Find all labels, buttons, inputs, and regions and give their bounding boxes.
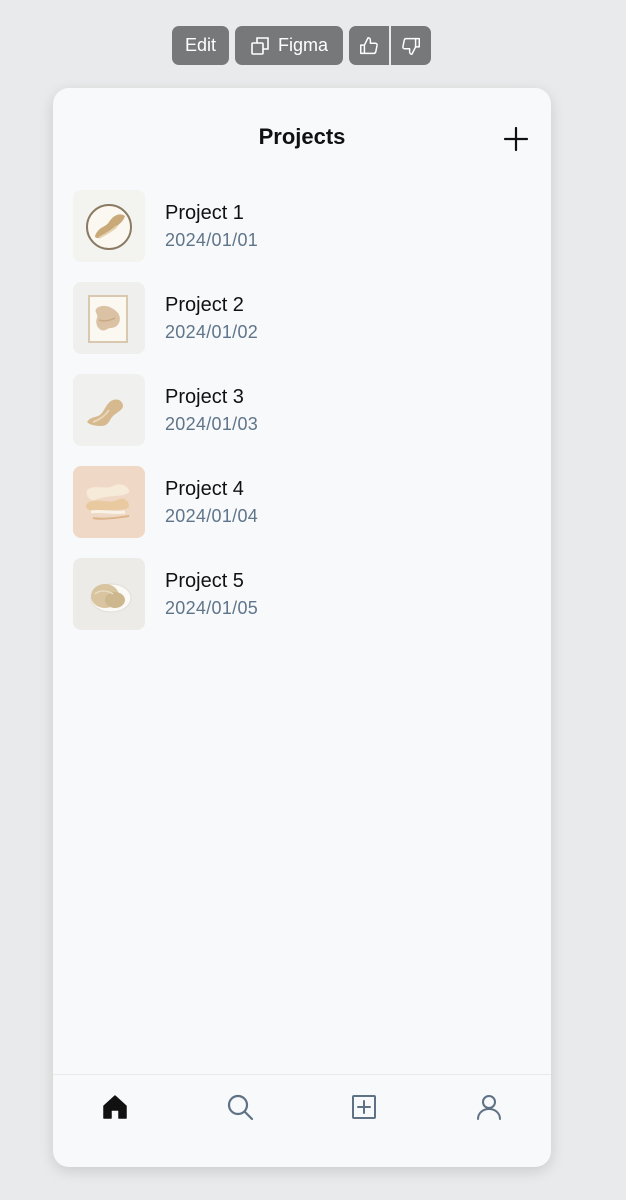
- user-icon: [475, 1093, 503, 1167]
- plus-square-icon: [350, 1093, 378, 1167]
- top-toolbar: Edit Figma: [172, 26, 431, 65]
- thumbs-down-button[interactable]: [391, 26, 431, 65]
- project-name: Project 1: [165, 201, 244, 224]
- project-name: Project 2: [165, 293, 244, 316]
- tab-home[interactable]: [53, 1075, 178, 1167]
- figma-button[interactable]: Figma: [235, 26, 343, 65]
- tab-profile[interactable]: [427, 1075, 552, 1167]
- project-list: Project 1 2024/01/01 Project 2 2024/01/0…: [73, 190, 531, 650]
- list-item[interactable]: Project 4 2024/01/04: [73, 466, 531, 538]
- project-thumbnail: [73, 190, 145, 262]
- phone-screen: Projects Project 1 2024/01/01 Project 2 …: [53, 88, 551, 1167]
- edit-button-label: Edit: [184, 35, 217, 55]
- list-item[interactable]: Project 1 2024/01/01: [73, 190, 531, 262]
- list-item[interactable]: Project 3 2024/01/03: [73, 374, 531, 446]
- project-date: 2024/01/02: [165, 321, 259, 342]
- project-date: 2024/01/05: [165, 597, 259, 618]
- project-name: Project 3: [165, 385, 244, 408]
- plus-icon: [503, 126, 529, 156]
- project-name: Project 5: [165, 569, 244, 592]
- thumbs-up-button[interactable]: [349, 26, 389, 65]
- project-name: Project 4: [165, 477, 244, 500]
- project-meta: Project 2 2024/01/02: [165, 293, 258, 344]
- home-icon: [101, 1093, 129, 1167]
- app-header: Projects: [53, 88, 551, 188]
- project-date: 2024/01/01: [165, 229, 259, 250]
- rating-group: [349, 26, 431, 65]
- bottom-tab-bar: [53, 1074, 551, 1167]
- copy-icon: [250, 36, 270, 56]
- project-date: 2024/01/03: [165, 413, 259, 434]
- project-thumbnail: [73, 374, 145, 446]
- thumbs-up-icon: [358, 35, 380, 57]
- project-meta: Project 3 2024/01/03: [165, 385, 258, 436]
- page-title: Projects: [258, 124, 346, 149]
- project-thumbnail: [73, 558, 145, 630]
- figma-button-label: Figma: [277, 35, 328, 55]
- project-thumbnail: [73, 282, 145, 354]
- tab-search[interactable]: [178, 1075, 303, 1167]
- list-item[interactable]: Project 2 2024/01/02: [73, 282, 531, 354]
- tab-create[interactable]: [302, 1075, 427, 1167]
- project-meta: Project 1 2024/01/01: [165, 201, 258, 252]
- add-project-button[interactable]: [503, 126, 529, 152]
- list-item[interactable]: Project 5 2024/01/05: [73, 558, 531, 630]
- project-date: 2024/01/04: [165, 505, 259, 526]
- thumbs-down-icon: [400, 35, 422, 57]
- project-meta: Project 4 2024/01/04: [165, 477, 258, 528]
- edit-button[interactable]: Edit: [172, 26, 229, 65]
- search-icon: [226, 1093, 254, 1167]
- project-meta: Project 5 2024/01/05: [165, 569, 258, 620]
- project-thumbnail: [73, 466, 145, 538]
